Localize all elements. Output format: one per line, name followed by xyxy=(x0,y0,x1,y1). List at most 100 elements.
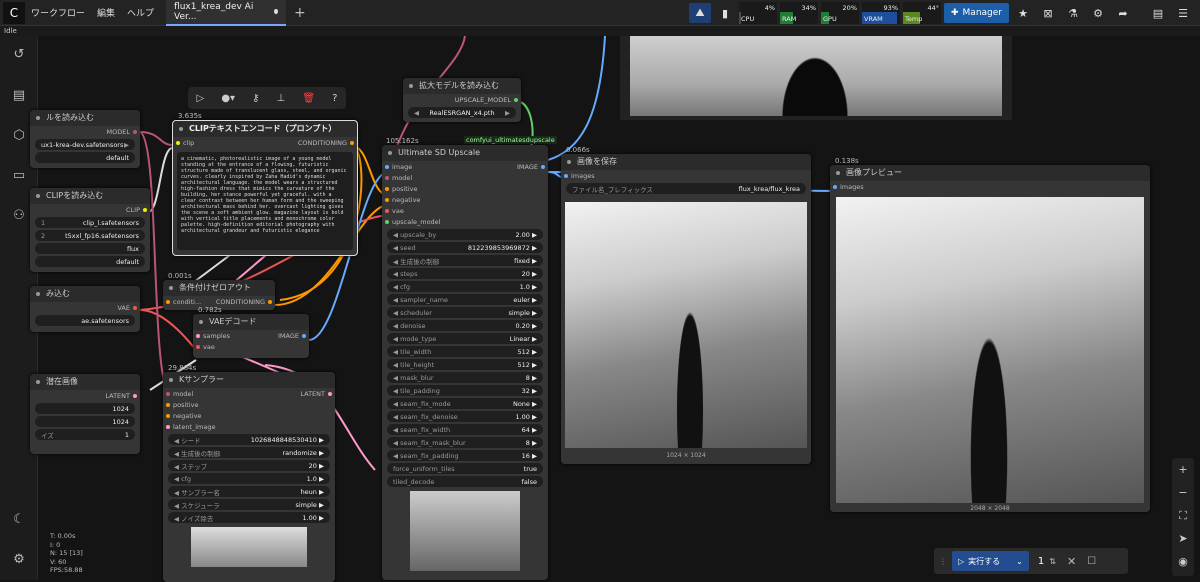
widget-filename-prefix[interactable]: ファイル名_プレフィックス flux_krea/flux_krea xyxy=(566,183,806,194)
color-icon[interactable]: ●▾ xyxy=(221,93,235,104)
widget-width[interactable]: 1024 xyxy=(35,403,135,414)
widget-seam_fix_mode[interactable]: ◀ seam_fix_mode None ▶ xyxy=(387,398,543,409)
widget-label: ◀ tile_width xyxy=(393,347,432,356)
toggle-force_uniform_tiles[interactable]: force_uniform_tiles true xyxy=(387,463,543,474)
stepper-icon[interactable]: ⇅ xyxy=(1049,557,1056,566)
zoom-in-icon[interactable]: + xyxy=(1172,458,1194,481)
play-icon: ▷ xyxy=(958,556,965,566)
widget-weight-dtype[interactable]: default xyxy=(35,152,135,163)
pin-icon[interactable]: ⊥ xyxy=(277,93,286,104)
input-model[interactable]: model xyxy=(163,388,216,399)
output-latent[interactable]: LATENT xyxy=(30,390,140,401)
fit-view-icon[interactable]: ⛶ xyxy=(1172,504,1194,527)
node-upscale-model-loader[interactable]: 拡大モデルを読み込む UPSCALE_MODEL ◀ RealESRGAN_x4.… xyxy=(403,78,521,122)
widget-cfg[interactable]: ◀ cfg 1.0 ▶ xyxy=(168,473,330,484)
widget-value: simple ▶ xyxy=(295,500,324,509)
node-preview-image[interactable]: 画像プレビュー images 2048 × 2048 xyxy=(830,165,1150,512)
input-image[interactable]: image xyxy=(382,161,440,172)
widget-model-name[interactable]: ◀ RealESRGAN_x4.pth ▶ xyxy=(408,107,516,118)
widget-denoise[interactable]: ◀ denoise 0.20 ▶ xyxy=(387,320,543,331)
output-vae[interactable]: VAE xyxy=(30,302,140,313)
widget-サンプラー名[interactable]: ◀ サンプラー名 heun ▶ xyxy=(168,486,330,497)
toggle-tiled_decode[interactable]: tiled_decode false xyxy=(387,476,543,487)
widget-tile_height[interactable]: ◀ tile_height 512 ▶ xyxy=(387,359,543,370)
execute-icon[interactable]: ▷ xyxy=(197,93,205,104)
widget-clip-name2[interactable]: 2 t5xxl_fp16.safetensors xyxy=(35,230,145,241)
input-model[interactable]: model xyxy=(382,172,440,183)
widget-ノイズ除去[interactable]: ◀ ノイズ除去 1.00 ▶ xyxy=(168,512,330,523)
stop-icon[interactable]: ☐ xyxy=(1087,556,1096,567)
chevron-down-icon[interactable]: ⌄ xyxy=(1016,557,1023,566)
input-vae[interactable]: vae xyxy=(382,205,440,216)
prompt-textarea[interactable]: a cinematic, photorealistic image of a y… xyxy=(177,152,353,250)
widget-mask_blur[interactable]: ◀ mask_blur 8 ▶ xyxy=(387,372,543,383)
input-latent-image[interactable]: latent_image xyxy=(163,421,216,432)
widget-seam_fix_denoise[interactable]: ◀ seam_fix_denoise 1.00 ▶ xyxy=(387,411,543,422)
select-mode-icon[interactable]: ➤ xyxy=(1172,527,1194,550)
node-clip-text-encode[interactable]: CLIPテキストエンコード（プロンプト） clip CONDITIONING a… xyxy=(172,120,358,256)
widget-sampler_name[interactable]: ◀ sampler_name euler ▶ xyxy=(387,294,543,305)
node-save-image[interactable]: 画像を保存 images ファイル名_プレフィックス flux_krea/flux… xyxy=(561,154,811,464)
input-negative[interactable]: negative xyxy=(382,194,440,205)
output-conditioning[interactable]: CONDITIONING xyxy=(216,296,275,307)
node-load-vae[interactable]: み込む VAE ae.safetensors xyxy=(30,286,140,332)
widget-batch-size[interactable]: イズ 1 xyxy=(35,429,135,440)
input-conditioning[interactable]: conditi... xyxy=(163,296,201,307)
bypass-icon[interactable]: ⚷ xyxy=(252,93,259,104)
widget-tile_width[interactable]: ◀ tile_width 512 ▶ xyxy=(387,346,543,357)
widget-scheduler[interactable]: ◀ scheduler simple ▶ xyxy=(387,307,543,318)
widget-steps[interactable]: ◀ steps 20 ▶ xyxy=(387,268,543,279)
output-conditioning[interactable]: CONDITIONING xyxy=(298,137,357,148)
widget-tile_padding[interactable]: ◀ tile_padding 32 ▶ xyxy=(387,385,543,396)
widget-シード[interactable]: ◀ シード 1026848848530410 ▶ xyxy=(168,434,330,445)
widget-upscale_by[interactable]: ◀ upscale_by 2.00 ▶ xyxy=(387,229,543,240)
output-image[interactable]: IMAGE xyxy=(517,161,548,172)
input-images[interactable]: images xyxy=(561,170,811,181)
drag-handle-icon[interactable]: ⋮ xyxy=(939,557,947,566)
widget-ステップ[interactable]: ◀ ステップ 20 ▶ xyxy=(168,460,330,471)
widget-seam_fix_width[interactable]: ◀ seam_fix_width 64 ▶ xyxy=(387,424,543,435)
input-upscale-model[interactable]: upscale_model xyxy=(382,216,440,227)
help-icon[interactable]: ? xyxy=(332,93,337,104)
input-images[interactable]: images xyxy=(830,181,1150,192)
output-image[interactable]: IMAGE xyxy=(278,330,309,341)
node-dual-clip-loader[interactable]: CLIPを読み込む CLIP 1 clip_l.safetensors 2 t5xx… xyxy=(30,188,150,272)
output-clip[interactable]: CLIP xyxy=(30,204,150,215)
widget-clip-name1[interactable]: 1 clip_l.safetensors xyxy=(35,217,145,228)
node-ksampler[interactable]: Kサンプラー model positive negative latent_image… xyxy=(163,372,335,582)
output-upscale-model[interactable]: UPSCALE_MODEL xyxy=(403,94,521,105)
widget-seed[interactable]: ◀ seed 812239853969872 ▶ xyxy=(387,242,543,253)
input-samples[interactable]: samples xyxy=(193,330,230,341)
visibility-icon[interactable]: ◉ xyxy=(1172,550,1194,573)
output-model[interactable]: MODEL xyxy=(30,126,140,137)
node-ultimate-sd-upscale[interactable]: Ultimate SD Upscale image model positive ne… xyxy=(382,145,548,580)
widget-seam_fix_mask_blur[interactable]: ◀ seam_fix_mask_blur 8 ▶ xyxy=(387,437,543,448)
node-empty-latent-image[interactable]: 潜在画像 LATENT 1024 1024 イズ 1 xyxy=(30,374,140,454)
widget-生成後の制御[interactable]: ◀ 生成後の制御 fixed ▶ xyxy=(387,255,543,266)
widget-cfg[interactable]: ◀ cfg 1.0 ▶ xyxy=(387,281,543,292)
widget-vae-name[interactable]: ae.safetensors xyxy=(35,315,135,326)
widget-unet-name[interactable]: ux1-krea-dev.safetensors ▶ xyxy=(35,139,135,150)
batch-count-input[interactable]: 1 xyxy=(1038,556,1044,567)
widget-label: ◀ sampler_name xyxy=(393,295,449,304)
widget-height[interactable]: 1024 xyxy=(35,416,135,427)
widget-スケジューラ[interactable]: ◀ スケジューラ simple ▶ xyxy=(168,499,330,510)
delete-icon[interactable]: 🗑 xyxy=(302,93,315,104)
input-vae[interactable]: vae xyxy=(193,341,230,352)
widget-clip-device[interactable]: default xyxy=(35,256,145,267)
widget-生成後の制御[interactable]: ◀ 生成後の制御 randomize ▶ xyxy=(168,447,330,458)
run-button[interactable]: ▷ 実行する ⌄ xyxy=(952,551,1029,571)
output-latent[interactable]: LATENT xyxy=(300,388,335,399)
node-load-diffusion-model[interactable]: ルを読み込む MODEL ux1-krea-dev.safetensors ▶ d… xyxy=(30,110,140,168)
input-positive[interactable]: positive xyxy=(382,183,440,194)
zoom-out-icon[interactable]: − xyxy=(1172,481,1194,504)
cancel-icon[interactable]: ✕ xyxy=(1067,555,1076,568)
widget-clip-type[interactable]: flux xyxy=(35,243,145,254)
widget-seam_fix_padding[interactable]: ◀ seam_fix_padding 16 ▶ xyxy=(387,450,543,461)
widget-value: 1.0 ▶ xyxy=(306,474,324,483)
input-positive[interactable]: positive xyxy=(163,399,216,410)
input-negative[interactable]: negative xyxy=(163,410,216,421)
widget-mode_type[interactable]: ◀ mode_type Linear ▶ xyxy=(387,333,543,344)
node-vae-decode[interactable]: VAEデコード samples vae IMAGE xyxy=(193,314,309,358)
input-clip[interactable]: clip xyxy=(173,137,194,148)
